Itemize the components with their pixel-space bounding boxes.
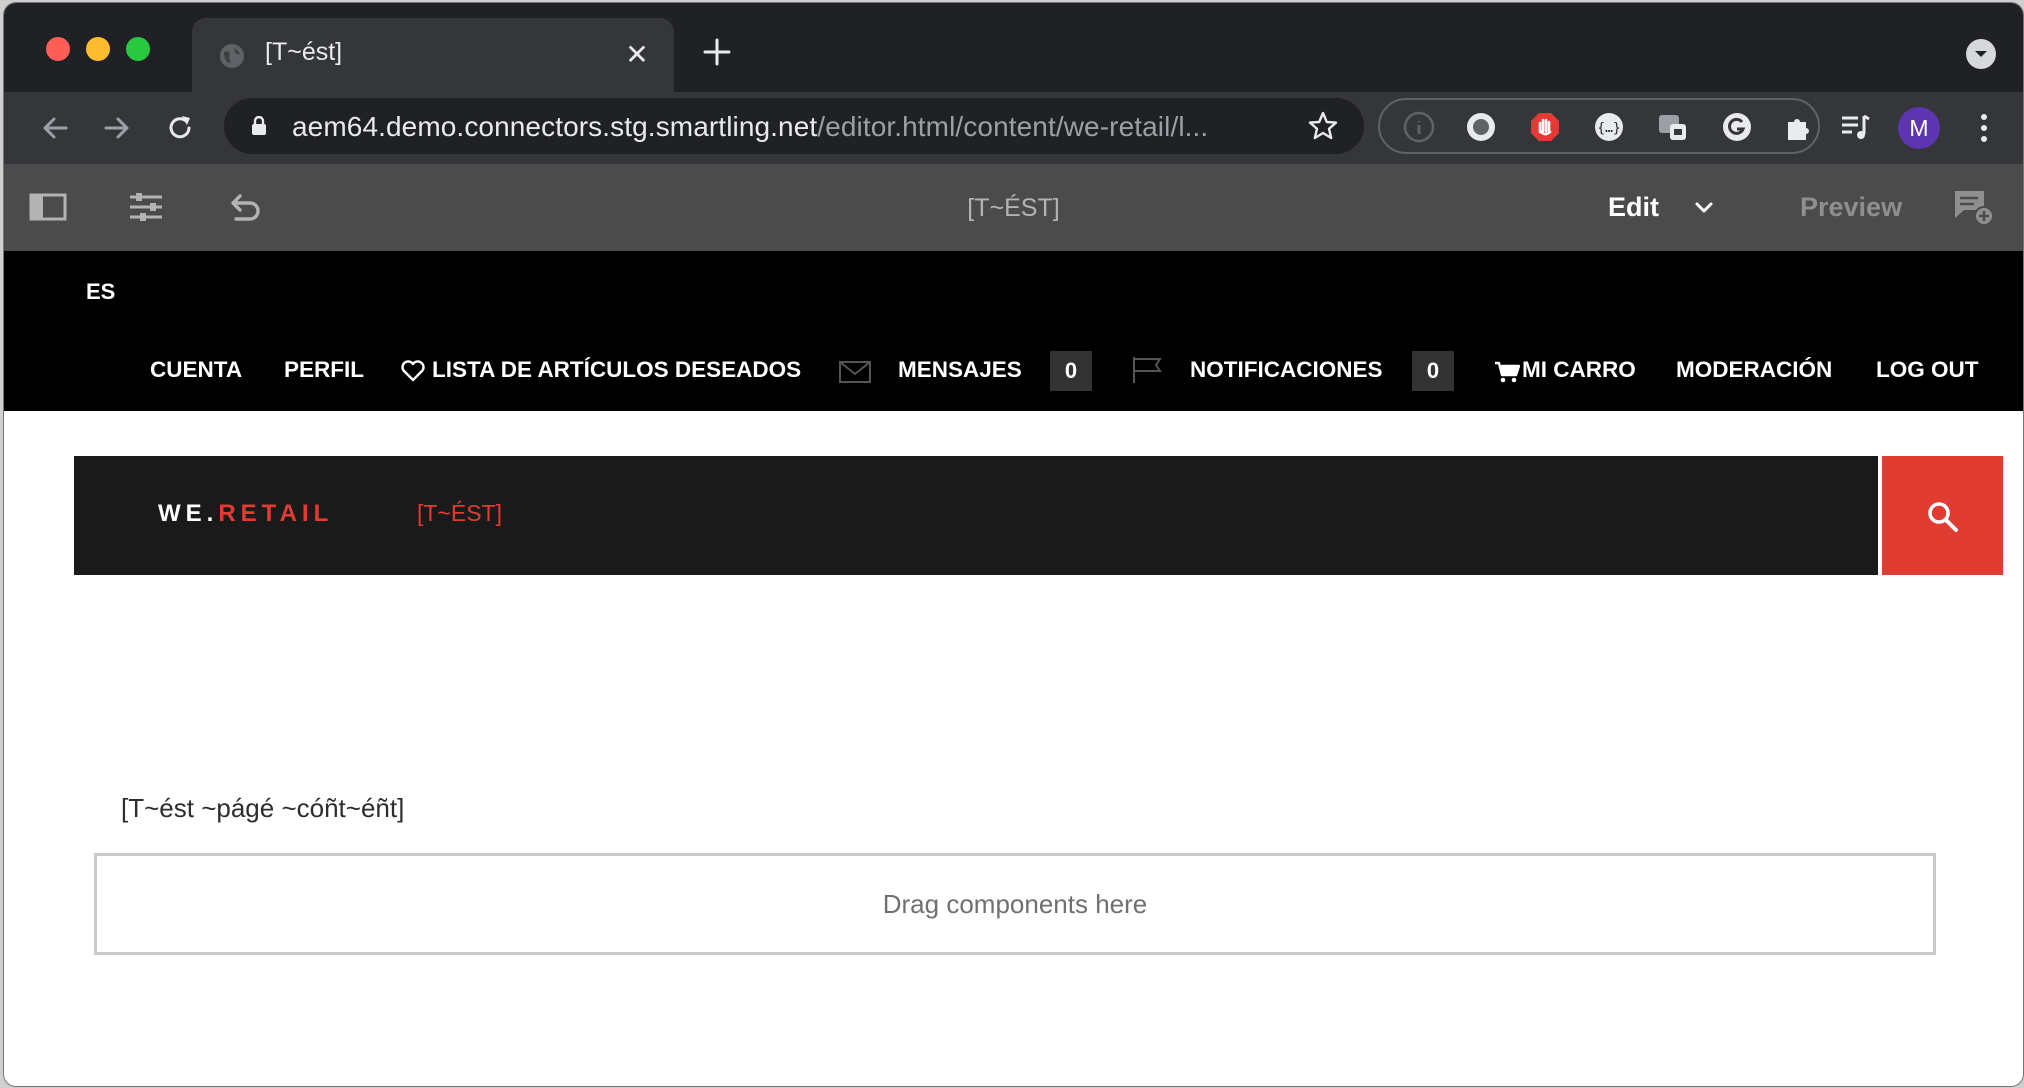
- code-extension-icon[interactable]: {…}: [1592, 110, 1626, 144]
- search-icon: [1928, 502, 1958, 532]
- browser-tab[interactable]: [T~ést] ✕: [192, 18, 674, 92]
- nav-messages[interactable]: MENSAJES: [898, 357, 1022, 383]
- preview-button[interactable]: Preview: [1800, 192, 1902, 223]
- menu-kebab-icon[interactable]: [1974, 110, 1994, 146]
- editor-toolbar: [T~ÉST] Edit Preview: [4, 164, 2023, 251]
- language-selector[interactable]: ES: [86, 279, 115, 305]
- translate-extension-icon[interactable]: [1656, 110, 1690, 144]
- cart-icon: [1495, 361, 1520, 383]
- puzzle-icon[interactable]: [1782, 110, 1816, 144]
- media-control-icon[interactable]: [1838, 110, 1872, 144]
- back-icon[interactable]: [38, 110, 74, 146]
- mode-selector[interactable]: Edit: [1608, 192, 1659, 223]
- nav-wishlist[interactable]: LISTA DE ARTÍCULOS DESEADOS: [432, 357, 801, 383]
- header-nav-link[interactable]: [T~ÉST]: [417, 500, 502, 527]
- browser-toolbar: aem64.demo.connectors.stg.smartling.net/…: [4, 92, 2023, 164]
- close-tab-icon[interactable]: ✕: [622, 40, 652, 70]
- nav-notifications[interactable]: NOTIFICACIONES: [1190, 357, 1383, 383]
- reload-icon[interactable]: [162, 110, 198, 146]
- flag-icon: [1133, 357, 1162, 383]
- utility-nav: ES CUENTA PERFIL LISTA DE ARTÍCULOS DESE…: [4, 251, 2023, 411]
- search-button[interactable]: [1882, 456, 2003, 575]
- new-tab-icon[interactable]: [700, 35, 734, 69]
- close-window-button[interactable]: [46, 37, 70, 61]
- editor-page-title: [T~ÉST]: [967, 194, 1060, 222]
- annotate-icon[interactable]: [1952, 188, 1994, 228]
- lock-icon[interactable]: [250, 116, 268, 136]
- maximize-window-button[interactable]: [126, 37, 150, 61]
- component-dropzone[interactable]: Drag components here: [94, 853, 1936, 955]
- info-extension-icon[interactable]: [1402, 110, 1436, 144]
- site-header: WE.RETAIL [T~ÉST]: [74, 456, 1878, 575]
- record-extension-icon[interactable]: [1464, 110, 1498, 144]
- tab-strip: [T~ést] ✕: [4, 3, 2023, 92]
- tab-search-button[interactable]: [1966, 39, 1996, 69]
- nav-profile[interactable]: PERFIL: [284, 357, 364, 383]
- nav-logout[interactable]: LOG OUT: [1876, 357, 1979, 383]
- envelope-icon: [839, 361, 871, 383]
- extensions-group: {…}: [1378, 98, 1820, 154]
- notifications-count-badge: 0: [1412, 351, 1454, 391]
- chevron-down-icon[interactable]: [1692, 198, 1716, 218]
- globe-icon: [220, 44, 244, 68]
- url-host: aem64.demo.connectors.stg.smartling.net: [292, 111, 818, 142]
- tab-title: [T~ést]: [265, 38, 343, 66]
- forward-icon[interactable]: [98, 110, 134, 146]
- nav-cart[interactable]: MI CARRO: [1522, 357, 1636, 383]
- url-path: /editor.html/content/we-retail/l...: [817, 111, 1209, 142]
- profile-avatar[interactable]: M: [1898, 107, 1940, 149]
- address-bar[interactable]: aem64.demo.connectors.stg.smartling.net/…: [224, 98, 1364, 154]
- minimize-window-button[interactable]: [86, 37, 110, 61]
- url-text[interactable]: aem64.demo.connectors.stg.smartling.net/…: [292, 111, 1208, 143]
- logo-dot: .: [206, 500, 219, 527]
- svg-text:{…}: {…}: [1597, 121, 1620, 136]
- page-content-text: [T~ést ~págé ~cóñt~éñt]: [121, 793, 405, 823]
- logo-we: WE: [158, 500, 207, 527]
- adblock-extension-icon[interactable]: [1528, 110, 1562, 144]
- nav-moderation[interactable]: MODERACIÓN: [1676, 357, 1832, 383]
- heart-icon: [401, 360, 425, 382]
- nav-account[interactable]: CUENTA: [150, 357, 242, 383]
- grammarly-extension-icon[interactable]: [1720, 110, 1754, 144]
- browser-window: [T~ést] ✕ aem64.demo.connectors.stg.smar…: [4, 3, 2023, 1086]
- logo-retail: RETAIL: [218, 500, 334, 527]
- dropzone-label: Drag components here: [882, 889, 1148, 919]
- star-icon[interactable]: [1306, 109, 1340, 143]
- messages-count-badge: 0: [1050, 351, 1092, 391]
- account-nav: CUENTA PERFIL LISTA DE ARTÍCULOS DESEADO…: [4, 351, 2023, 391]
- chevron-down-icon: [1975, 51, 1987, 57]
- site-logo[interactable]: WE.RETAIL: [158, 500, 333, 528]
